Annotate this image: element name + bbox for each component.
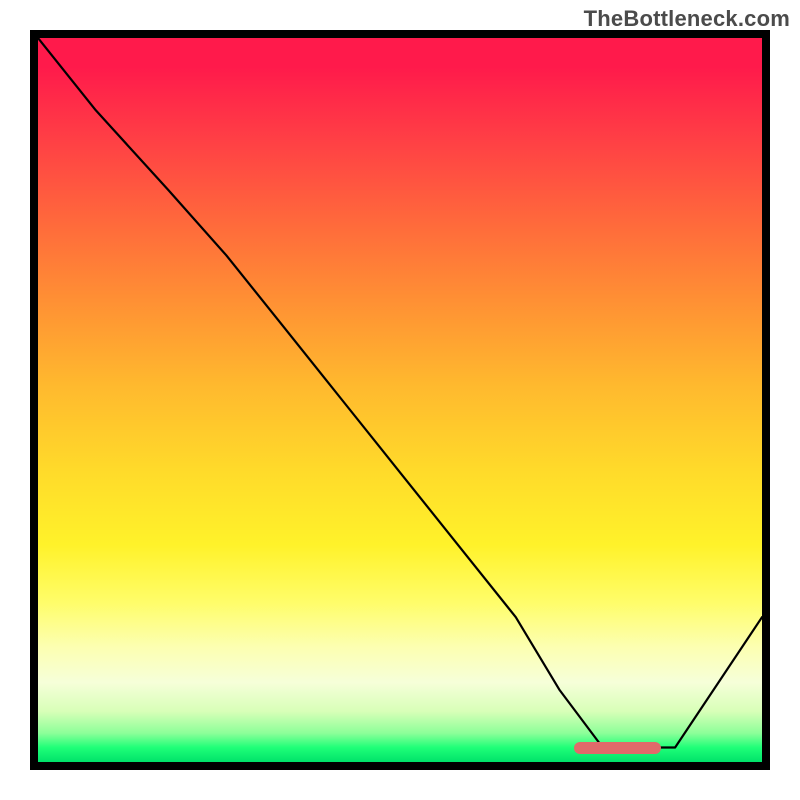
bottleneck-curve: [38, 38, 762, 762]
watermark-text: TheBottleneck.com: [584, 6, 790, 32]
plot-area: [38, 38, 762, 762]
optimal-range-marker: [574, 742, 661, 754]
chart-frame: [30, 30, 770, 770]
curve-path: [38, 38, 762, 748]
